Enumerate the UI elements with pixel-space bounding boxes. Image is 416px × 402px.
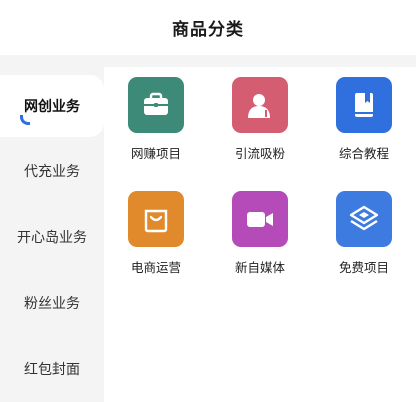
page-header: 商品分类	[0, 0, 416, 55]
sidebar-item-hongbao[interactable]: 红包封面	[0, 338, 104, 400]
sidebar-item-daichong[interactable]: 代充业务	[0, 140, 104, 202]
category-jiaocheng[interactable]: 综合教程	[312, 77, 416, 187]
category-dianshang[interactable]: 电商运营	[104, 191, 208, 301]
sidebar-item-kaixindao[interactable]: 开心岛业务	[0, 206, 104, 268]
category-label: 综合教程	[338, 146, 389, 161]
sidebar-item-label: 网创业务	[24, 99, 80, 115]
sidebar-item-fensi[interactable]: 粉丝业务	[0, 272, 104, 334]
category-mianfei[interactable]: 免费项目	[312, 191, 416, 301]
category-label: 引流吸粉	[234, 146, 285, 161]
category-label: 新自媒体	[234, 260, 285, 275]
category-label: 电商运营	[130, 260, 181, 275]
category-sidebar: 网创业务 代充业务 开心岛业务 粉丝业务 红包封面	[0, 67, 104, 402]
book-icon	[336, 77, 392, 133]
category-label: 免费项目	[338, 260, 389, 275]
sidebar-item-wangchuang[interactable]: 网创业务	[0, 75, 104, 137]
sidebar-item-label: 粉丝业务	[24, 296, 80, 312]
sidebar-item-label: 红包封面	[24, 362, 80, 378]
active-indicator-icon	[20, 115, 30, 125]
briefcase-icon	[128, 77, 184, 133]
category-wangzhuan[interactable]: 网赚项目	[104, 77, 208, 187]
category-label: 网赚项目	[130, 146, 181, 161]
category-grid: 网赚项目 引流吸粉 综合教程 电商运营 新自媒体 免费项目	[104, 67, 416, 402]
page-title: 商品分类	[172, 20, 244, 40]
person-icon	[232, 77, 288, 133]
category-yinliu[interactable]: 引流吸粉	[208, 77, 312, 187]
video-camera-icon	[232, 191, 288, 247]
shopping-bag-icon	[128, 191, 184, 247]
layers-icon	[336, 191, 392, 247]
header-divider	[0, 55, 416, 67]
category-zimeiti[interactable]: 新自媒体	[208, 191, 312, 301]
sidebar-item-label: 代充业务	[24, 164, 80, 180]
sidebar-item-label: 开心岛业务	[17, 230, 87, 246]
